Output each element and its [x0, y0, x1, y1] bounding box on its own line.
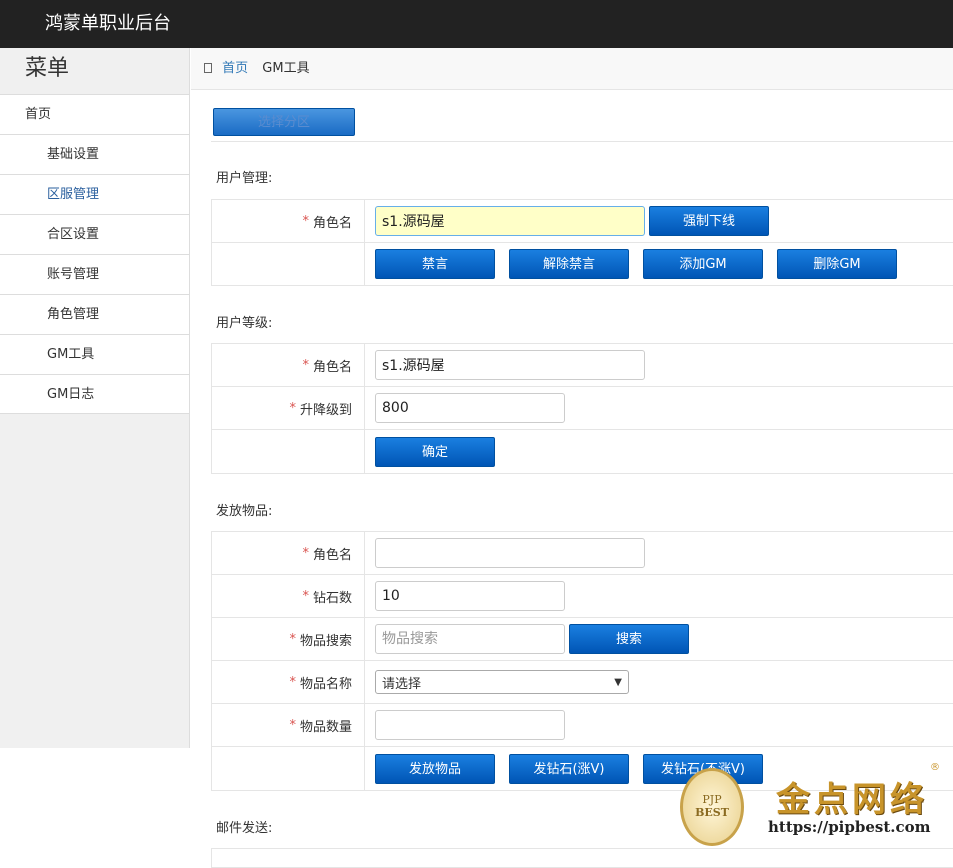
ban-chat-button[interactable]: 禁言: [375, 249, 495, 279]
form-cell: [365, 704, 953, 746]
field-label: [212, 243, 365, 285]
form-cell: 禁言 解除禁言 添加GM 删除GM: [365, 243, 953, 285]
send-diamond-v-button[interactable]: 发钻石(涨V): [509, 753, 629, 784]
form-row: * 钻石数: [212, 575, 953, 618]
sidebar-item-role-manage[interactable]: 角色管理: [0, 294, 189, 334]
section-title-give-items: 发放物品:: [216, 504, 273, 519]
form-row: 确定: [212, 430, 953, 473]
field-label: * 角色名: [212, 200, 365, 242]
watermark-url: https://pipbest.com: [768, 818, 931, 836]
field-label: * 角色名: [212, 532, 365, 574]
form-cell: [365, 387, 953, 429]
field-label: [212, 430, 365, 473]
form-row: * 物品数量: [212, 704, 953, 747]
remove-gm-button[interactable]: 删除GM: [777, 249, 897, 279]
field-label: * 升降级到: [212, 387, 365, 429]
item-name-selected: 请选择: [382, 676, 422, 692]
form-cell: [365, 344, 953, 386]
diamond-count-input[interactable]: [375, 581, 565, 611]
form-row: 禁言 解除禁言 添加GM 删除GM: [212, 243, 953, 285]
required-mark: *: [289, 674, 296, 690]
confirm-level-button[interactable]: 确定: [375, 436, 495, 467]
sidebar-title: 菜单: [25, 56, 70, 81]
level-role-name-input[interactable]: [375, 350, 645, 380]
section-title-user-manage: 用户管理:: [216, 171, 273, 186]
form-row: * 角色名: [212, 344, 953, 387]
send-items-button[interactable]: 发放物品: [375, 753, 495, 784]
field-label: [212, 747, 365, 790]
breadcrumb: 首页 GM工具: [191, 48, 953, 90]
role-name-input[interactable]: [375, 206, 645, 236]
watermark-badge: PJP BEST: [680, 768, 744, 846]
select-partition-button[interactable]: 选择分区: [213, 108, 355, 136]
form-row: * 物品名称 请选择 ▼: [212, 661, 953, 704]
search-button[interactable]: 搜索: [569, 624, 689, 654]
field-label: * 物品名称: [212, 661, 365, 703]
chevron-down-icon: ▼: [614, 676, 622, 688]
user-level-table: *角色名 *升降级到 确定: [211, 343, 953, 474]
app-title: 鸿蒙单职业后台: [45, 13, 171, 34]
required-mark: *: [302, 588, 309, 604]
level-input[interactable]: [375, 393, 565, 423]
form-cell: [365, 532, 953, 574]
required-mark: *: [289, 717, 296, 733]
item-quantity-input[interactable]: [375, 710, 565, 740]
form-cell: 搜索: [365, 618, 953, 660]
app-header: 鸿蒙单职业后台: [0, 0, 953, 48]
field-label: * 物品数量: [212, 704, 365, 746]
give-role-name-input[interactable]: [375, 538, 645, 568]
give-items-table: *角色名 *钻石数 *物品搜索 搜索 *物品名称 请选择 ▼: [211, 531, 953, 791]
required-mark: *: [289, 400, 296, 416]
watermark-brand: 金点网络: [776, 780, 928, 820]
form-cell: 强制下线: [365, 200, 953, 242]
form-row: * 角色名: [212, 532, 953, 575]
required-mark: *: [302, 213, 309, 229]
add-gm-button[interactable]: 添加GM: [643, 249, 763, 279]
form-row: *角色名 强制下线: [212, 200, 953, 243]
field-label: * 钻石数: [212, 575, 365, 617]
sidebar-item-gm-log[interactable]: GM日志: [0, 374, 189, 414]
force-offline-button[interactable]: 强制下线: [649, 206, 769, 236]
required-mark: *: [302, 357, 309, 373]
form-row: *物品搜索 搜索: [212, 618, 953, 661]
watermark-badge-bottom: BEST: [695, 806, 729, 819]
form-cell: [365, 575, 953, 617]
breadcrumb-current: GM工具: [262, 61, 310, 76]
form-cell: 请选择 ▼: [365, 661, 953, 703]
sidebar-item-basic-settings[interactable]: 基础设置: [0, 134, 189, 174]
section-title-user-level: 用户等级:: [216, 316, 273, 331]
field-label: * 物品搜索: [212, 618, 365, 660]
main-content: 选择分区 用户管理: *角色名 强制下线 禁言 解除禁言 添加GM 删除GM 用…: [211, 90, 953, 868]
form-cell: 确定: [365, 430, 953, 473]
sidebar-item-server-manage[interactable]: 区服管理: [0, 174, 189, 214]
home-icon: [204, 63, 212, 73]
field-label: * 角色名: [212, 344, 365, 386]
user-manage-table: *角色名 强制下线 禁言 解除禁言 添加GM 删除GM: [211, 199, 953, 286]
toolbar: 选择分区: [211, 90, 953, 142]
sidebar-item-account-manage[interactable]: 账号管理: [0, 254, 189, 294]
sidebar-item-merge-settings[interactable]: 合区设置: [0, 214, 189, 254]
watermark-badge-top: PJP: [702, 793, 722, 806]
watermark-logo: PJP BEST 金点网络 https://pipbest.com ®: [676, 762, 953, 854]
unban-chat-button[interactable]: 解除禁言: [509, 249, 629, 279]
sidebar: 菜单 首页 基础设置 区服管理 合区设置 账号管理 角色管理 GM工具 GM日志: [0, 48, 190, 748]
required-mark: *: [302, 545, 309, 561]
breadcrumb-home-link[interactable]: 首页: [222, 61, 248, 76]
required-mark: *: [289, 631, 296, 647]
item-search-input[interactable]: [375, 624, 565, 654]
registered-mark: ®: [930, 762, 940, 773]
item-name-select[interactable]: 请选择 ▼: [375, 670, 629, 694]
sidebar-item-gm-tools[interactable]: GM工具: [0, 334, 189, 374]
sidebar-item-home[interactable]: 首页: [0, 94, 189, 134]
form-row: * 升降级到: [212, 387, 953, 430]
